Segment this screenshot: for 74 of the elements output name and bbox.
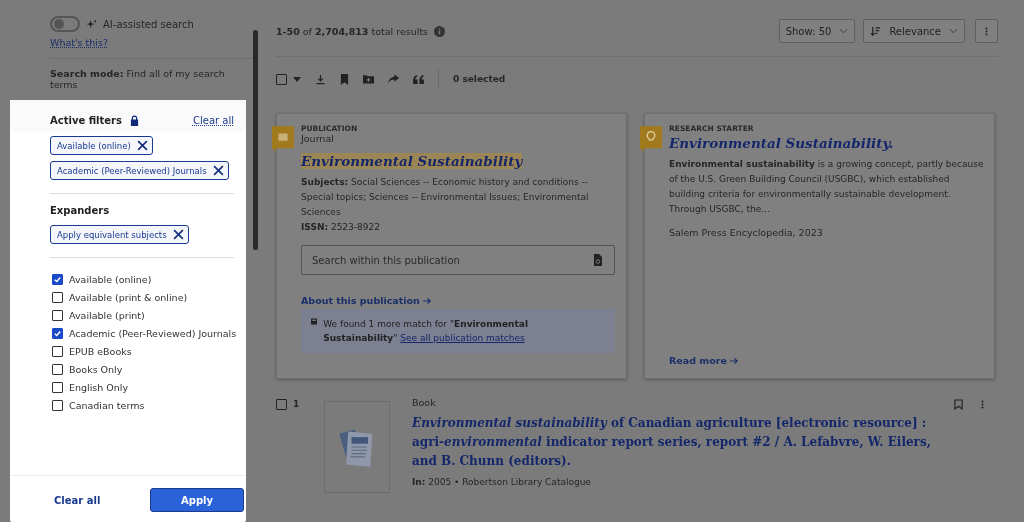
bookmark-icon[interactable] — [954, 399, 963, 410]
download-icon[interactable] — [315, 73, 326, 85]
book-icon — [311, 317, 318, 326]
ai-toggle[interactable] — [50, 16, 80, 32]
search-field[interactable]: Search within this publication — [301, 245, 615, 275]
checkbox[interactable] — [52, 400, 63, 411]
checkbox-label: Canadian terms — [69, 400, 145, 411]
checkbox[interactable] — [52, 274, 63, 285]
issn-text: ISSN: 2523-8922 — [301, 221, 380, 234]
read-more-link[interactable]: Read more — [669, 355, 739, 366]
filter-chip[interactable]: Academic (Peer-Reviewed) Journals — [50, 161, 229, 180]
ai-search-label: AI-assisted search — [103, 18, 194, 30]
more-icon[interactable] — [981, 399, 984, 410]
arrow-icon — [422, 296, 432, 305]
checkbox[interactable] — [52, 364, 63, 375]
card-title[interactable]: Environmental Sustainability — [301, 153, 523, 169]
arrow-icon — [729, 356, 739, 365]
checkbox-label: Books Only — [69, 364, 123, 375]
lock-icon — [129, 115, 139, 126]
whats-this-link[interactable]: What's this? — [50, 37, 108, 48]
checkbox[interactable] — [52, 346, 63, 357]
result-checkbox[interactable] — [276, 398, 287, 410]
section-title: Expanders — [49, 204, 111, 218]
about-link[interactable]: About this publication — [301, 295, 432, 306]
close-icon[interactable] — [212, 165, 224, 176]
panel-title: Active filters — [50, 115, 122, 126]
close-icon[interactable] — [172, 229, 184, 240]
close-icon[interactable] — [136, 140, 148, 151]
checkbox-label: Academic (Peer-Reviewed) Journals — [69, 328, 237, 339]
checkbox[interactable] — [52, 292, 63, 303]
select-all-checkbox[interactable] — [276, 73, 287, 85]
subjects-text: Subjects: Social Sciences -- Economic history and conditions -- Special topics; Sciences -- Environmental Issues; Environmental Sciences — [301, 176, 590, 219]
lightbulb-badge-icon — [640, 126, 662, 152]
sort-select[interactable]: Relevance — [863, 19, 965, 43]
chevron-down-icon — [949, 28, 958, 34]
caret-icon[interactable] — [293, 76, 301, 82]
show-select[interactable]: Show: 50 — [778, 19, 856, 43]
checkbox[interactable] — [52, 382, 63, 393]
clear-all-button[interactable]: Clear all — [30, 488, 125, 512]
card-source: Salem Press Encyclopedia, 2023 — [669, 227, 823, 238]
card-subtype: Journal — [301, 133, 334, 144]
checkbox-label: Available (print & online) — [69, 292, 188, 303]
filter-chip[interactable]: Available (online) — [50, 136, 153, 155]
result-title[interactable]: Environmental sustainability of Canadian agriculture [electronic resource] : agri-environmental indicator report series, report #2 / A. Lefabvre, W. Eilers, and B. Chunn (editors). — [412, 414, 934, 471]
expander-chip[interactable]: Apply equivalent subjects — [50, 225, 189, 244]
folder-plus-icon[interactable] — [363, 74, 374, 84]
result-type: Book — [412, 397, 437, 408]
bookmark-icon[interactable] — [340, 73, 349, 85]
quote-icon[interactable] — [413, 74, 424, 84]
result-meta: In: 2005 • Robertson Library Catalogue — [412, 477, 592, 487]
see-all-link[interactable]: See all publication matches — [400, 333, 525, 343]
notice-text: We found 1 more match for "Environmental Sustainability" See all publication matches — [323, 318, 529, 345]
clear-all-link[interactable]: Clear all — [193, 115, 234, 126]
search-mode-text: Search mode: Find all of my search terms — [50, 68, 226, 90]
sort-icon — [870, 25, 882, 37]
document-search-icon — [593, 254, 603, 266]
checkbox-label: English Only — [69, 382, 129, 393]
results-count: 1-50 of 2,704,813 total results — [276, 25, 429, 37]
share-icon[interactable] — [388, 74, 399, 84]
checkbox-label: Available (online) — [69, 274, 152, 285]
kebab-icon — [985, 25, 988, 37]
card-summary: Environmental sustainability is a growing concept, partly because of the U.S. Green Building Council (USGBC), which established building criteria for environmentally sustainable development. Through USGBC, the... — [669, 158, 984, 216]
checkbox-label: Available (print) — [69, 310, 145, 321]
info-icon[interactable] — [434, 25, 446, 37]
book-badge-icon — [272, 126, 294, 152]
result-number: 1 — [293, 399, 300, 409]
selected-count: 0 selected — [453, 74, 506, 84]
checkbox[interactable] — [52, 310, 63, 321]
card-title[interactable]: Environmental Sustainability. — [669, 135, 894, 151]
chevron-down-icon — [839, 28, 849, 34]
apply-button[interactable]: Apply — [150, 488, 244, 512]
sparkle-icon — [86, 18, 97, 30]
checkbox[interactable] — [52, 328, 63, 339]
checkbox-label: EPUB eBooks — [69, 346, 132, 357]
